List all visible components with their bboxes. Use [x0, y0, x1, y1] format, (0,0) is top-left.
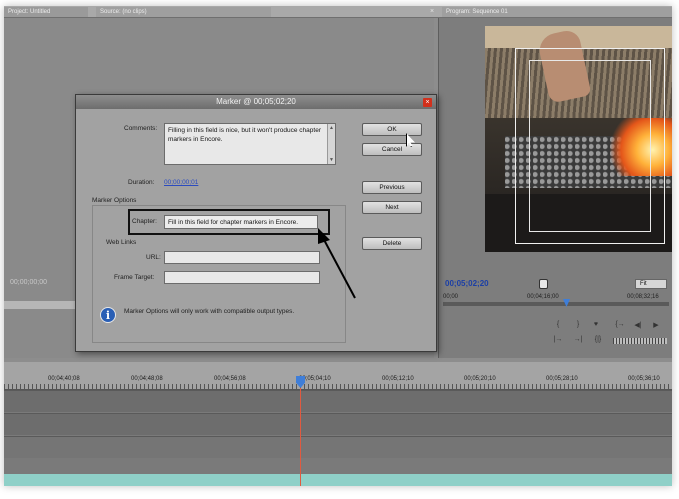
timeline-tick-marks	[4, 384, 672, 389]
audio-clip[interactable]	[4, 474, 672, 486]
info-icon: i	[100, 307, 116, 323]
go-to-out-icon[interactable]: |→	[551, 336, 565, 343]
info-text: Marker Options will only work with compa…	[124, 308, 295, 315]
audio-track[interactable]	[4, 436, 672, 458]
screenshot-frame: Project: Untitled Source: (no clips) × P…	[0, 0, 679, 499]
tick-label: 00;04;48;08	[131, 376, 163, 382]
url-field[interactable]	[164, 251, 320, 264]
next-edit-icon[interactable]: →|	[571, 336, 585, 343]
dialog-title: Marker @ 00;05;02;20	[76, 95, 436, 109]
tab-source[interactable]: Source: (no clips)	[96, 7, 271, 17]
play-in-to-out-icon[interactable]: {|}	[591, 336, 605, 343]
frame-target-label: Frame Target:	[114, 274, 155, 281]
title-safe-guide	[529, 60, 651, 232]
cancel-button[interactable]: Cancel	[362, 143, 422, 156]
ruler-start-label: 00;00	[443, 294, 459, 300]
tick-label: 00;05;20;10	[464, 376, 496, 382]
mark-out-icon[interactable]: }	[571, 321, 585, 328]
source-timecode[interactable]: 00;00;00;00	[10, 279, 47, 286]
tick-label: 00;05;28;10	[546, 376, 578, 382]
url-label: URL:	[146, 254, 161, 261]
timeline-panel: 00;04;40;08 00;04;48;08 00;04;56;08 00;0…	[4, 362, 672, 486]
timeline-ruler[interactable]: 00;04;40;08 00;04;48;08 00;04;56;08 00;0…	[4, 362, 672, 390]
next-button[interactable]: Next	[362, 201, 422, 214]
tick-label: 00;05;12;10	[382, 376, 414, 382]
comments-text: Filling in this field is nice, but it wo…	[168, 127, 321, 143]
video-track[interactable]	[4, 413, 672, 435]
ruler-end-label: 00;08;32;16	[627, 294, 659, 300]
chapter-highlight-box	[128, 209, 330, 235]
ruler-track[interactable]	[443, 302, 669, 306]
program-monitor-panel: 00;05;02;20 Fit 00;00 00;04;16;00 00;08;…	[438, 18, 672, 358]
tick-label: 00;04;40;08	[48, 376, 80, 382]
premiere-window: Project: Untitled Source: (no clips) × P…	[4, 6, 672, 486]
marker-options-label: Marker Options	[92, 197, 137, 204]
video-track[interactable]	[4, 390, 672, 412]
step-back-icon[interactable]: ◀|	[631, 321, 645, 329]
tick-label: 00;05;36;10	[628, 376, 660, 382]
mark-in-icon[interactable]: {	[551, 321, 565, 328]
web-links-label: Web Links	[106, 239, 137, 246]
close-icon[interactable]: ×	[423, 98, 432, 107]
marker-dialog: Marker @ 00;05;02;20 × Comments: Filling…	[75, 94, 437, 352]
duration-label: Duration:	[128, 179, 155, 186]
program-video-frame	[485, 26, 672, 252]
tab-project[interactable]: Project: Untitled	[4, 7, 88, 17]
duration-value[interactable]: 00;00;00;01	[164, 179, 198, 186]
playhead-icon[interactable]	[539, 279, 548, 289]
zoom-fit-dropdown[interactable]: Fit	[635, 279, 667, 289]
previous-button[interactable]: Previous	[362, 181, 422, 194]
ruler-mid-label: 00;04;16;00	[527, 294, 559, 300]
tab-program[interactable]: Program: Sequence 01	[442, 7, 672, 17]
frame-target-field[interactable]	[164, 271, 320, 284]
program-timecode[interactable]: 00;05;02;20	[445, 279, 489, 288]
comments-field[interactable]: Filling in this field is nice, but it wo…	[164, 123, 336, 165]
play-icon[interactable]: ▶	[649, 321, 663, 329]
comments-label: Comments:	[124, 125, 158, 132]
close-icon[interactable]: ×	[430, 7, 434, 17]
delete-button[interactable]: Delete	[362, 237, 422, 250]
jog-shuttle[interactable]	[613, 338, 667, 344]
panel-tab-strip: Project: Untitled Source: (no clips) × P…	[4, 6, 672, 18]
go-to-in-icon[interactable]: {→	[613, 321, 627, 328]
set-marker-icon[interactable]: ♥	[589, 321, 603, 328]
comments-scrollbar[interactable]: ▲ ▼	[327, 124, 335, 164]
tick-label: 00;04;56;08	[214, 376, 246, 382]
ok-button[interactable]: OK	[362, 123, 422, 136]
timeline-playhead-line	[300, 388, 301, 486]
program-ruler[interactable]: 00;00 00;04;16;00 00;08;32;16	[443, 294, 669, 312]
